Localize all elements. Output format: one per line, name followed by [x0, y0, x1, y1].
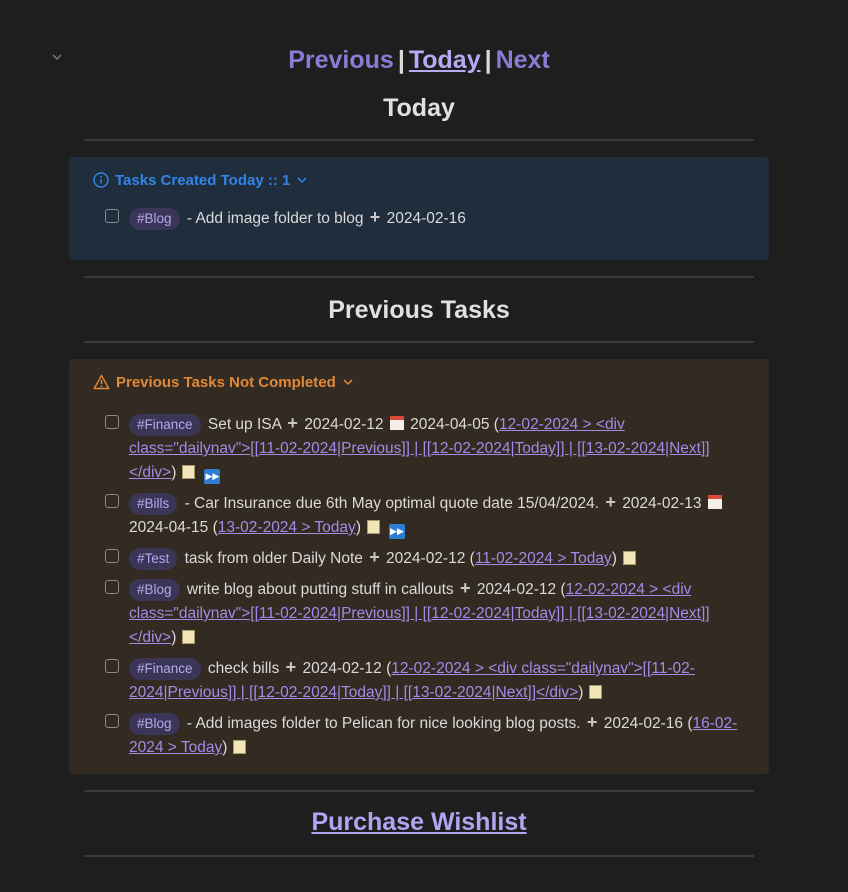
- tag-chip[interactable]: #Blog: [129, 579, 180, 601]
- source-note-link[interactable]: 13-02-2024 > Today: [218, 519, 356, 536]
- nav-next-link[interactable]: Next: [496, 46, 550, 74]
- task-checkbox[interactable]: [105, 415, 119, 429]
- created-date: 2024-02-12: [386, 550, 466, 567]
- info-icon: [93, 172, 109, 188]
- task-text: Set up ISA: [207, 416, 282, 433]
- created-date: 2024-02-12: [476, 581, 557, 598]
- daily-nav: Previous | Today | Next: [0, 46, 838, 75]
- task-text: write blog about putting stuff in callou…: [186, 581, 454, 598]
- tag-chip[interactable]: #Finance: [129, 414, 201, 436]
- warning-icon: [93, 374, 110, 390]
- task-checkbox[interactable]: [105, 209, 119, 223]
- tag-chip[interactable]: #Blog: [129, 713, 180, 735]
- task-checkbox[interactable]: [105, 549, 119, 563]
- divider: [84, 855, 754, 857]
- callout-title-text: Tasks Created Today :: 1: [115, 171, 291, 189]
- divider: [84, 341, 754, 343]
- callout-title[interactable]: Previous Tasks Not Completed: [93, 371, 745, 393]
- edit-memo-icon[interactable]: [233, 740, 247, 754]
- nav-separator: |: [484, 46, 492, 74]
- task-item: #Bills - Car Insurance due 6th May optim…: [93, 490, 745, 540]
- created-plus-icon: +: [459, 578, 471, 598]
- task-checkbox[interactable]: [105, 659, 119, 673]
- task-item: #Finance check bills + 2024-02-12 (12-02…: [93, 655, 745, 705]
- divider: [84, 139, 754, 141]
- task-text: task from older Daily Note: [184, 550, 363, 567]
- task-checkbox[interactable]: [105, 714, 119, 728]
- chevron-down-icon[interactable]: [296, 174, 308, 186]
- task-list: #Blog - Add image folder to blog + 2024-…: [93, 205, 745, 231]
- fast-forward-icon[interactable]: ▶▶: [204, 469, 221, 484]
- today-heading: Today: [383, 94, 455, 122]
- purchase-wishlist-heading: Purchase Wishlist: [0, 808, 838, 837]
- previous-tasks-callout: Previous Tasks Not Completed #Finance Se…: [69, 359, 769, 774]
- edit-memo-icon[interactable]: [622, 551, 636, 565]
- callout-title-text: Previous Tasks Not Completed: [116, 373, 336, 391]
- previous-tasks-heading: Previous Tasks: [328, 296, 510, 324]
- task-text: check bills: [207, 660, 280, 677]
- purchase-wishlist-link[interactable]: Purchase Wishlist: [311, 808, 526, 836]
- calendar-icon: [389, 416, 404, 430]
- callout-title[interactable]: Tasks Created Today :: 1: [93, 169, 745, 191]
- task-text: - Add images folder to Pelican for nice …: [186, 715, 581, 732]
- calendar-icon: [707, 495, 722, 509]
- chevron-down-icon[interactable]: [342, 376, 354, 388]
- tag-chip[interactable]: #Finance: [129, 658, 201, 680]
- created-date: 2024-02-12: [302, 660, 382, 677]
- created-plus-icon: +: [287, 413, 298, 433]
- task-checkbox[interactable]: [105, 580, 119, 594]
- tasks-created-today-callout: Tasks Created Today :: 1 #Blog - Add ima…: [69, 157, 769, 260]
- task-checkbox[interactable]: [105, 494, 119, 508]
- due-date: 2024-04-05: [410, 416, 490, 433]
- created-plus-icon: +: [285, 657, 297, 677]
- nav-previous-link[interactable]: Previous: [288, 46, 394, 74]
- task-list: #Finance Set up ISA + 2024-02-12 2024-04…: [93, 411, 745, 760]
- nav-separator: |: [397, 46, 405, 74]
- task-item: #Finance Set up ISA + 2024-02-12 2024-04…: [93, 411, 745, 485]
- created-date: 2024-02-12: [304, 416, 384, 433]
- task-text: - Add image folder to blog: [186, 210, 364, 227]
- divider: [84, 276, 754, 278]
- edit-memo-icon[interactable]: [182, 630, 196, 644]
- task-item: #Blog - Add images folder to Pelican for…: [93, 710, 745, 760]
- created-plus-icon: +: [605, 492, 616, 512]
- source-note-link[interactable]: 11-02-2024 > Today: [475, 550, 612, 567]
- task-text: - Car Insurance due 6th May optimal quot…: [184, 495, 600, 512]
- created-date: 2024-02-16: [603, 715, 684, 732]
- edit-memo-icon[interactable]: [366, 520, 380, 534]
- due-date: 2024-04-15: [129, 519, 209, 536]
- tag-chip[interactable]: #Test: [129, 548, 178, 570]
- created-plus-icon: +: [369, 547, 380, 567]
- created-date: 2024-02-16: [386, 210, 466, 227]
- task-item: #Blog write blog about putting stuff in …: [93, 576, 745, 650]
- created-plus-icon: +: [369, 207, 381, 227]
- task-item: #Test task from older Daily Note + 2024-…: [93, 545, 745, 571]
- tag-chip[interactable]: #Blog: [129, 208, 180, 230]
- created-date: 2024-02-13: [622, 495, 702, 512]
- task-item: #Blog - Add image folder to blog + 2024-…: [93, 205, 745, 231]
- divider: [84, 790, 754, 792]
- created-plus-icon: +: [586, 712, 598, 732]
- fast-forward-icon[interactable]: ▶▶: [388, 524, 405, 539]
- nav-today-link[interactable]: Today: [409, 46, 481, 74]
- tag-chip[interactable]: #Bills: [129, 493, 178, 515]
- edit-memo-icon[interactable]: [589, 685, 603, 699]
- edit-memo-icon[interactable]: [182, 465, 196, 479]
